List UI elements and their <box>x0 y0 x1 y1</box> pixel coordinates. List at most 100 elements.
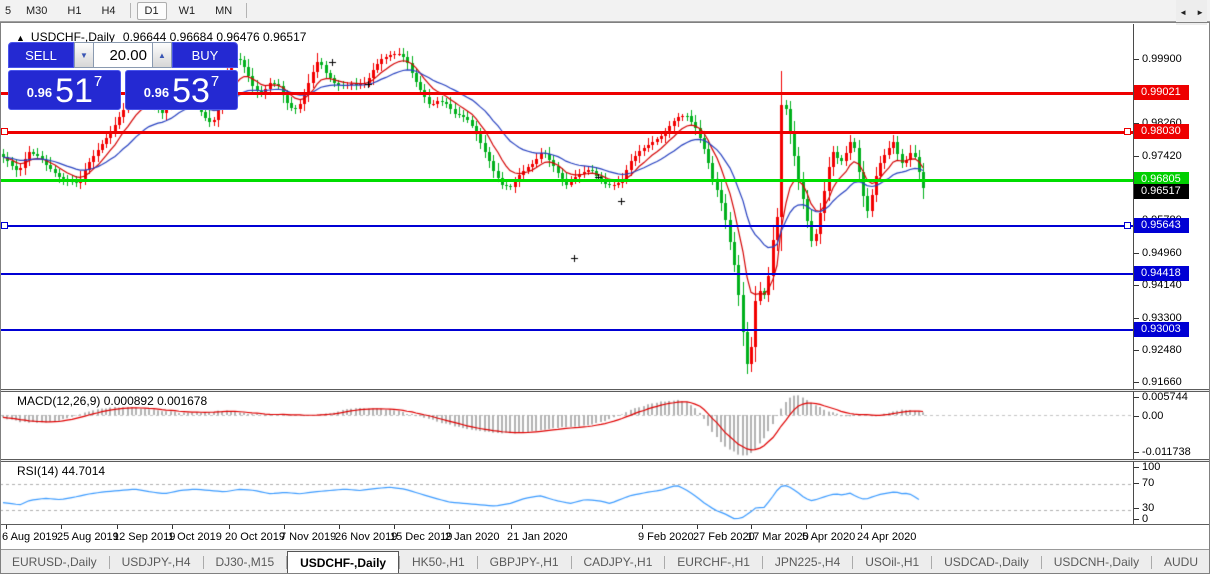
sell-price-button[interactable]: 0.96 51 7 <box>8 70 121 110</box>
rsi-canvas[interactable] <box>0 462 1133 524</box>
one-click-trading-panel: SELL ▼ ▲ BUY 0.96 51 7 0.96 53 7 <box>8 42 238 110</box>
volume-decrease-button[interactable]: ▼ <box>74 42 94 68</box>
tab-usdcad-daily[interactable]: USDCAD-,Daily <box>932 551 1041 573</box>
timeframe-button-h1[interactable]: H1 <box>59 2 89 20</box>
tab-usdjpy-h4[interactable]: USDJPY-,H4 <box>110 551 203 573</box>
date-axis-tick <box>6 525 7 529</box>
date-axis-tick <box>229 525 230 529</box>
rsi-axis-label: 70 <box>1142 477 1154 489</box>
date-axis[interactable]: 6 Aug 201925 Aug 201912 Sep 20191 Oct 20… <box>0 525 1210 549</box>
hline-0-95643[interactable] <box>0 225 1133 227</box>
date-axis-tick <box>172 525 173 529</box>
timeframe-button-mn[interactable]: MN <box>207 2 240 20</box>
price-axis-label: 0.92480 <box>1142 344 1182 356</box>
hline-handle[interactable] <box>1 128 8 135</box>
price-axis-tick <box>1134 156 1139 157</box>
date-axis-label: 2 Jan 2020 <box>445 531 499 543</box>
date-axis-label: 17 Mar 2020 <box>747 531 809 543</box>
hline-handle[interactable] <box>1 222 8 229</box>
date-axis-label: 20 Oct 2019 <box>225 531 285 543</box>
spin-up-icon: ▲ <box>158 51 166 60</box>
date-axis-label: 15 Dec 2019 <box>390 531 452 543</box>
hline-0-96805[interactable] <box>0 179 1133 182</box>
price-axis-label: 0.94960 <box>1142 247 1182 259</box>
macd-axis-label: 0.005744 <box>1142 391 1188 403</box>
rsi-value: 44.7014 <box>62 464 105 478</box>
tab-dj30-m15[interactable]: DJ30-,M15 <box>203 551 286 573</box>
date-axis-tick <box>697 525 698 529</box>
price-axis-tick <box>1134 318 1139 319</box>
sell-button[interactable]: SELL <box>8 42 74 68</box>
price-badge-0-95643: 0.95643 <box>1134 218 1189 233</box>
tab-jpn225-h4[interactable]: JPN225-,H4 <box>763 551 852 573</box>
date-axis-tick <box>284 525 285 529</box>
sell-price-big: 51 <box>55 76 93 106</box>
date-axis-label: 7 Nov 2019 <box>280 531 336 543</box>
toolbar-separator <box>130 3 131 18</box>
timeframe-button-h4[interactable]: H4 <box>93 2 123 20</box>
rsi-label: RSI(14) 44.7014 <box>17 464 105 478</box>
tab-hk50-h1[interactable]: HK50-,H1 <box>400 551 477 573</box>
volume-increase-button[interactable]: ▲ <box>152 42 172 68</box>
price-badge-0-93003: 0.93003 <box>1134 322 1189 337</box>
date-axis-tick <box>751 525 752 529</box>
tab-eurusd-daily[interactable]: EURUSD-,Daily <box>0 551 109 573</box>
rsi-axis-label: 100 <box>1142 461 1160 473</box>
timeframe-button-m30[interactable]: M30 <box>18 2 55 20</box>
price-badge-0-96517: 0.96517 <box>1134 184 1189 199</box>
price-axis-tick <box>1134 253 1139 254</box>
timeframe-button-5[interactable]: 5 <box>2 2 14 20</box>
date-axis-tick <box>117 525 118 529</box>
date-axis-label: 24 Apr 2020 <box>857 531 916 543</box>
date-axis-label: 9 Feb 2020 <box>638 531 694 543</box>
date-axis-tick <box>339 525 340 529</box>
rsi-axis-tick <box>1134 519 1139 520</box>
macd-panel-splitter[interactable] <box>0 389 1210 392</box>
hline-handle[interactable] <box>1124 128 1131 135</box>
timeframe-button-w1[interactable]: W1 <box>171 2 204 20</box>
tab-scroll-right-icon[interactable]: ► <box>1196 8 1204 17</box>
hline-0-93003[interactable] <box>0 329 1133 331</box>
date-axis-tick <box>861 525 862 529</box>
sell-price-prefix: 0.96 <box>27 85 52 100</box>
tab-usdcnh-daily[interactable]: USDCNH-,Daily <box>1042 551 1151 573</box>
date-axis-label: 5 Apr 2020 <box>802 531 855 543</box>
spin-down-icon: ▼ <box>80 51 88 60</box>
volume-input[interactable] <box>94 42 152 68</box>
tab-scroll-arrows: ◄ ► <box>1176 0 1207 25</box>
tab-usoil-h1[interactable]: USOil-,H1 <box>853 551 931 573</box>
buy-price-pip: 7 <box>211 73 219 90</box>
price-badge-0-99021: 0.99021 <box>1134 85 1189 100</box>
rsi-axis-tick <box>1134 483 1139 484</box>
buy-price-prefix: 0.96 <box>144 85 169 100</box>
date-axis-label: 27 Feb 2020 <box>693 531 755 543</box>
rsi-panel-splitter[interactable] <box>0 459 1210 462</box>
tab-eurchf-h1[interactable]: EURCHF-,H1 <box>665 551 762 573</box>
date-axis-label: 1 Oct 2019 <box>168 531 222 543</box>
tab-audu[interactable]: AUDU <box>1152 551 1210 573</box>
macd-name: MACD(12,26,9) <box>17 394 100 408</box>
rsi-name: RSI(14) <box>17 464 58 478</box>
tab-gbpjpy-h1[interactable]: GBPJPY-,H1 <box>478 551 571 573</box>
tab-cadjpy-h1[interactable]: CADJPY-,H1 <box>571 551 664 573</box>
buy-price-button[interactable]: 0.96 53 7 <box>125 70 238 110</box>
timeframe-button-d1[interactable]: D1 <box>137 2 167 20</box>
date-axis-tick <box>642 525 643 529</box>
macd-axis-tick <box>1134 397 1139 398</box>
date-axis-label: 26 Nov 2019 <box>335 531 397 543</box>
hline-handle[interactable] <box>1124 222 1131 229</box>
date-axis-tick <box>61 525 62 529</box>
price-axis-tick <box>1134 350 1139 351</box>
macd-axis-label: 0.00 <box>1142 410 1163 422</box>
rsi-axis-tick <box>1134 508 1139 509</box>
hline-0-9803[interactable] <box>0 131 1133 134</box>
price-axis-tick <box>1134 382 1139 383</box>
date-axis-tick <box>394 525 395 529</box>
tab-scroll-left-icon[interactable]: ◄ <box>1179 8 1187 17</box>
tab-usdchf-daily[interactable]: USDCHF-,Daily <box>287 551 399 574</box>
date-axis-separator <box>0 524 1210 525</box>
price-axis-tick <box>1134 285 1139 286</box>
buy-button[interactable]: BUY <box>172 42 238 68</box>
hline-0-94418[interactable] <box>0 273 1133 275</box>
rsi-axis-tick <box>1134 467 1139 468</box>
